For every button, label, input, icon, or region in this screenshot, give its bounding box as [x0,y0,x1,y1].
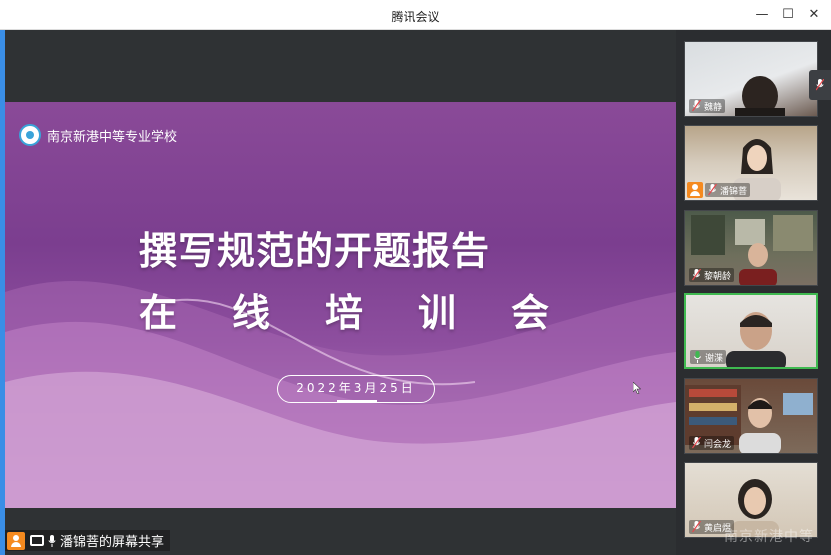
mic-icon [692,521,701,533]
participant-silhouette [739,398,781,453]
participant-name: 谢渫 [705,353,724,364]
maximize-button[interactable]: ☐ [777,5,799,25]
subline-char: 线 [231,291,270,335]
presentation-slide: 南京新港中等专业学校 撰写规范的开题报告 在 线 培 训 会 2022年3月25… [5,102,676,508]
mic-icon [692,269,701,281]
video-tile-active-speaker[interactable]: 谢渫 [684,293,818,369]
title-bar: 腾讯会议 — ☐ ✕ [0,0,831,30]
close-button[interactable]: ✕ [803,5,825,25]
slide-date: 2022年3月25日 [277,375,435,403]
video-tile-participant[interactable]: 魏静 [684,41,818,117]
screen-share-indicator[interactable]: 潘锦菩的屏幕共享 [5,530,171,551]
mouse-cursor-icon [633,382,641,394]
participant-silhouette [739,243,777,285]
slide-subline: 在 线 培 训 会 [139,282,549,337]
video-tile-participant[interactable]: 闫会龙 [684,378,818,454]
school-branding: 南京新港中等专业学校 [19,124,177,146]
subline-char: 会 [510,291,549,335]
school-logo-icon [19,124,41,146]
mic-icon [708,184,717,196]
participant-name-label: 闫会龙 [689,436,735,450]
school-name: 南京新港中等专业学校 [47,129,178,145]
subline-char: 培 [324,291,363,335]
participant-name-label: 谢渫 [690,350,727,364]
meeting-window: 腾讯会议 — ☐ ✕ 南京新港中等专业学校 撰写规范的开题报告 在 线 培 训 [0,0,831,555]
date-underline-decoration [337,400,377,403]
participant-name-label: 潘锦菩 [705,183,751,197]
mic-icon [693,351,702,363]
participant-name-label: 魏静 [689,99,726,113]
mic-icon [692,100,701,112]
mic-icon [48,534,56,547]
minimize-button[interactable]: — [751,5,773,25]
host-badge-icon [687,182,703,198]
participant-video-list: 魏静 潘锦菩 黎朝龄 谢渫 闫会龙 黄启煜 [676,30,831,555]
watermark-text: 南京新港中等 [724,529,814,545]
subline-char: 训 [417,291,456,335]
participant-name-label: 黎朝龄 [689,268,735,282]
participant-name: 黎朝龄 [704,271,732,282]
screen-share-icon [30,535,44,546]
subline-char: 在 [139,291,178,335]
video-tile-participant[interactable]: 潘锦菩 [684,125,818,201]
mic-icon [816,79,824,91]
mic-icon [692,437,701,449]
screen-share-label: 潘锦菩的屏幕共享 [60,535,165,550]
sidebar-toggle-button[interactable] [809,70,831,100]
participant-name: 闫会龙 [704,439,732,450]
host-avatar-icon [7,531,25,550]
participant-name: 潘锦菩 [720,186,748,197]
participant-silhouette [735,76,785,116]
slide-headline: 撰写规范的开题报告 [139,229,491,273]
participant-name: 魏静 [704,102,723,113]
window-title: 腾讯会议 [391,10,440,24]
participant-silhouette [726,312,786,367]
video-tile-participant[interactable]: 黎朝龄 [684,210,818,286]
shared-screen-stage[interactable]: 南京新港中等专业学校 撰写规范的开题报告 在 线 培 训 会 2022年3月25… [5,30,676,555]
